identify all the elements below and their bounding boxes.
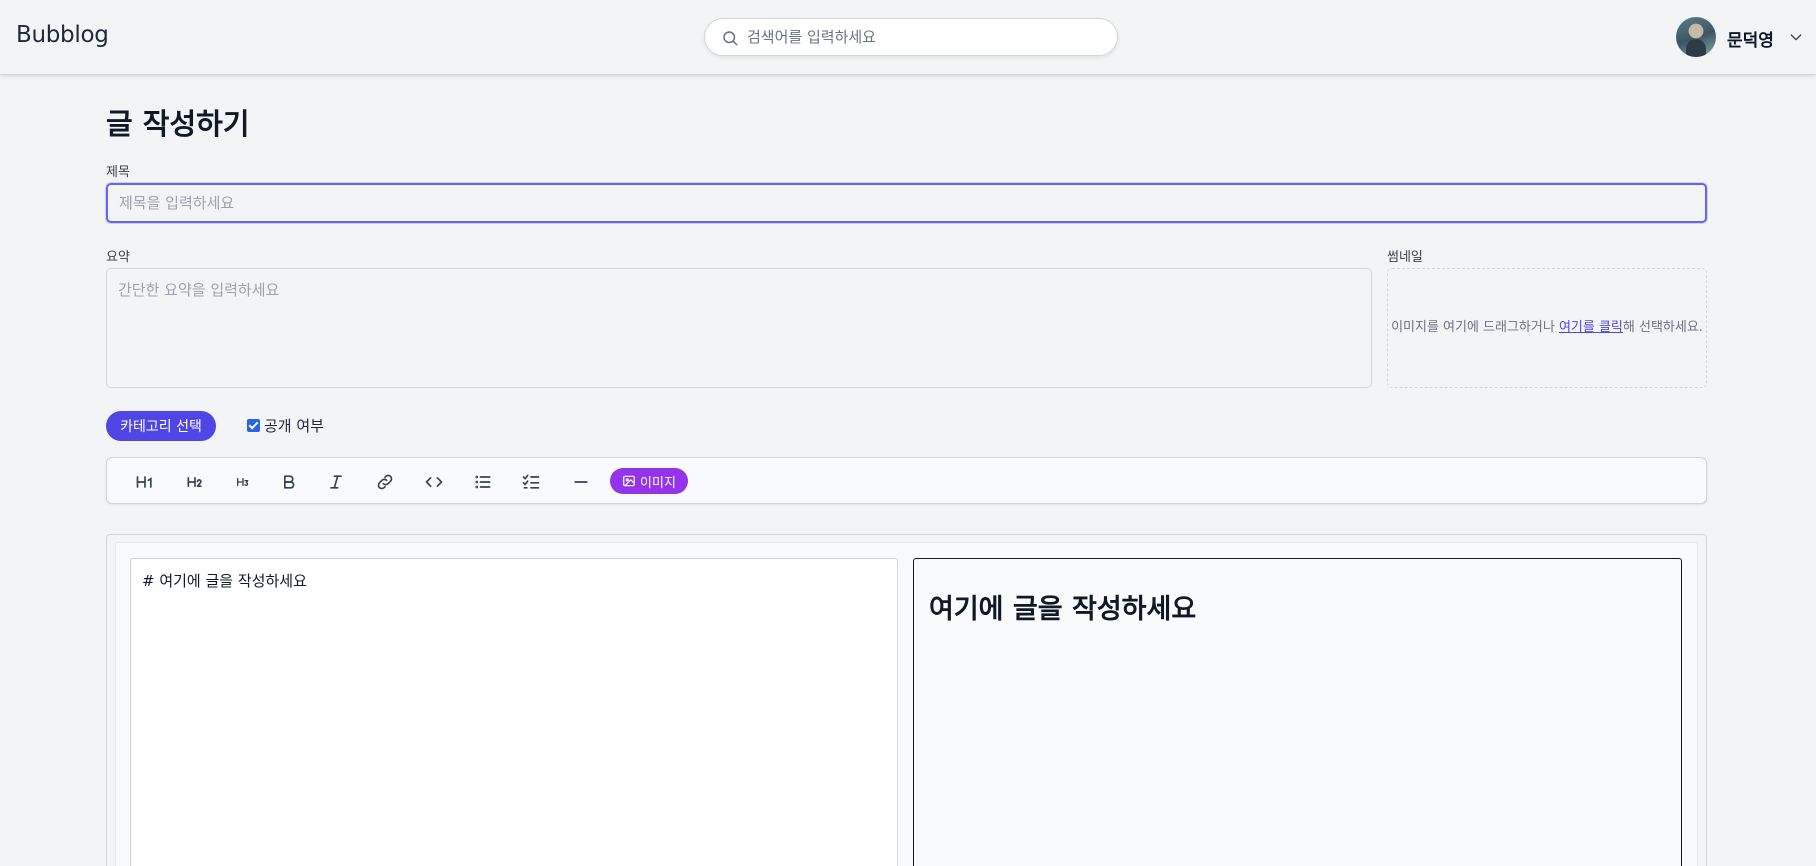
user-name[interactable]: 문덕영 xyxy=(1727,26,1774,51)
heading2-icon xyxy=(187,477,202,487)
markdown-preview: 여기에 글을 작성하세요 xyxy=(913,558,1682,866)
editor-container: # 여기에 글을 작성하세요 여기에 글을 작성하세요 xyxy=(106,534,1707,866)
heading3-button[interactable] xyxy=(229,468,257,496)
preview-heading: 여기에 글을 작성하세요 xyxy=(929,594,1197,625)
public-toggle[interactable]: 공개 여부 xyxy=(247,414,324,436)
title-input[interactable] xyxy=(106,183,1707,223)
summary-label: 요약 xyxy=(106,250,130,265)
heading1-icon xyxy=(136,476,152,488)
page-title: 글 작성하기 xyxy=(106,107,250,141)
bold-icon xyxy=(284,475,295,489)
user-menu[interactable]: 문덕영 xyxy=(1676,17,1806,57)
top-header: Bubblog 문덕영 xyxy=(0,0,1816,75)
horizontal-rule-button[interactable] xyxy=(567,468,595,496)
heading1-button[interactable] xyxy=(131,468,159,496)
insert-image-button[interactable]: 이미지 xyxy=(610,468,688,494)
chevron-down-icon[interactable] xyxy=(1788,29,1804,45)
code-button[interactable] xyxy=(420,468,448,496)
markdown-input[interactable]: # 여기에 글을 작성하세요 xyxy=(130,558,898,866)
link-icon xyxy=(377,474,393,490)
task-list-button[interactable] xyxy=(517,468,545,496)
search-icon xyxy=(723,31,738,46)
insert-image-label: 이미지 xyxy=(640,475,676,491)
site-logo[interactable]: Bubblog xyxy=(16,22,109,48)
italic-icon xyxy=(330,475,342,489)
italic-button[interactable] xyxy=(322,468,350,496)
bullet-list-button[interactable] xyxy=(469,468,497,496)
code-icon xyxy=(425,477,443,487)
public-label: 공개 여부 xyxy=(264,416,324,435)
heading2-button[interactable] xyxy=(181,468,209,496)
thumbnail-dropzone[interactable]: 이미지를 여기에 드래그하거나 여기를 클릭해 선택하세요. xyxy=(1387,268,1707,388)
avatar[interactable] xyxy=(1676,17,1716,57)
thumbnail-text-after: 해 선택하세요. xyxy=(1622,320,1703,335)
search-input[interactable] xyxy=(747,19,1107,55)
image-icon xyxy=(623,475,635,487)
thumbnail-text-before: 이미지를 여기에 드래그하거나 xyxy=(1391,320,1559,335)
editor-toolbar: 이미지 xyxy=(106,457,1707,504)
thumbnail-label: 썸네일 xyxy=(1387,250,1423,265)
heading3-icon xyxy=(237,478,249,486)
task-list-icon xyxy=(522,474,540,489)
public-checkbox[interactable] xyxy=(247,418,260,432)
summary-textarea[interactable] xyxy=(106,268,1372,388)
category-select-button[interactable]: 카테고리 선택 xyxy=(106,411,216,441)
bold-button[interactable] xyxy=(275,468,303,496)
horizontal-rule-icon xyxy=(574,481,588,483)
link-button[interactable] xyxy=(371,468,399,496)
thumbnail-click-link[interactable]: 여기를 클릭 xyxy=(1559,320,1623,335)
search-box[interactable] xyxy=(704,18,1118,56)
bullet-list-icon xyxy=(475,475,491,489)
title-label: 제목 xyxy=(106,165,130,180)
editor-inner: # 여기에 글을 작성하세요 여기에 글을 작성하세요 xyxy=(115,542,1698,866)
